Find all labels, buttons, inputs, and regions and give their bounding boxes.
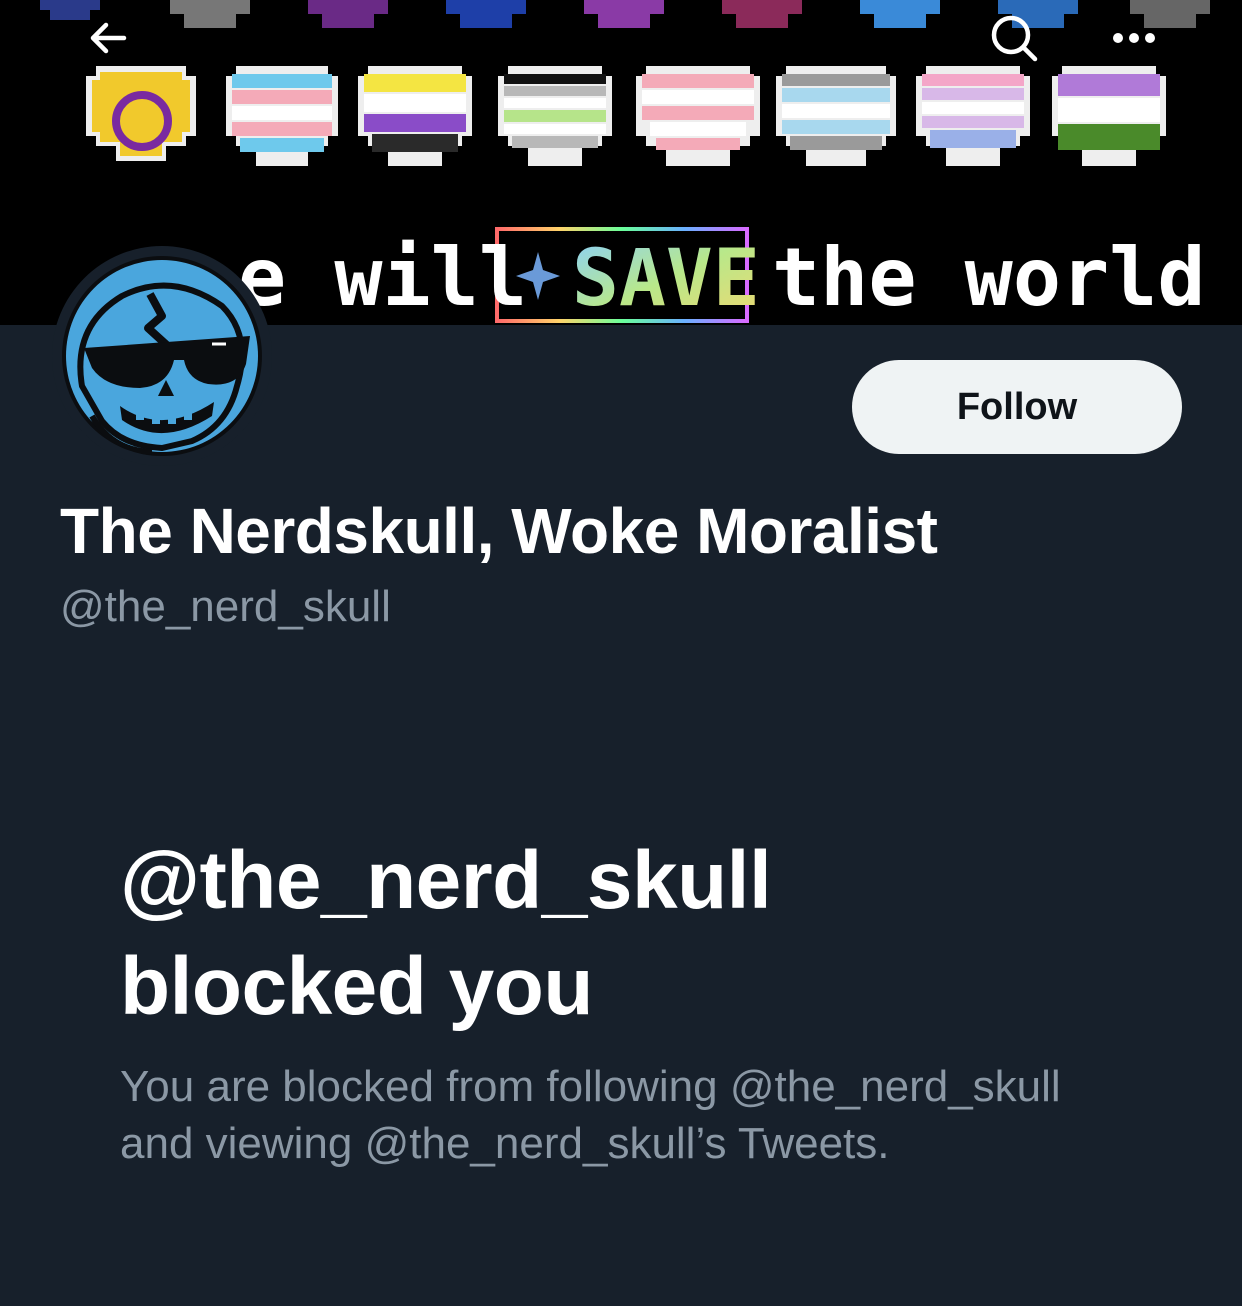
banner-text-left: e will bbox=[238, 231, 527, 324]
blocked-heading-handle: @the_nerd_skull bbox=[120, 835, 772, 926]
blocked-description: You are blocked from following @the_nerd… bbox=[120, 1062, 1061, 1168]
banner-text-save: SAVE bbox=[572, 234, 760, 324]
search-button[interactable] bbox=[984, 8, 1044, 68]
back-button[interactable] bbox=[78, 8, 138, 68]
more-dots-icon bbox=[1113, 33, 1155, 43]
profile-screen: e will SAVE the world Follow The Nerdsku… bbox=[0, 0, 1242, 1306]
arrow-left-icon bbox=[90, 22, 127, 54]
skull-sunglasses-avatar bbox=[66, 260, 258, 455]
more-button[interactable] bbox=[1104, 8, 1164, 68]
profile-display-name: The Nerdskull, Woke Moralist bbox=[60, 495, 938, 567]
blocked-heading: @the_nerd_skull blocked you bbox=[120, 828, 1120, 1040]
avatar[interactable] bbox=[62, 256, 262, 456]
banner-text-right: the world bbox=[772, 231, 1205, 324]
search-icon bbox=[991, 15, 1038, 62]
profile-handle: @the_nerd_skull bbox=[60, 582, 391, 631]
blocked-heading-text: blocked you bbox=[120, 941, 593, 1032]
follow-button[interactable]: Follow bbox=[852, 360, 1182, 454]
